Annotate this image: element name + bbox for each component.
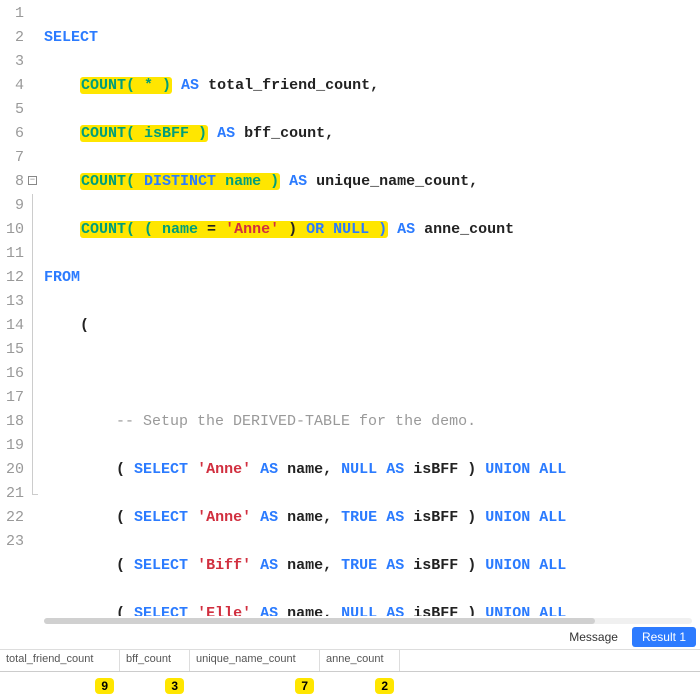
results-header: total_friend_count bff_count unique_name… <box>0 650 700 672</box>
fold-toggle-icon[interactable]: − <box>28 176 37 185</box>
code-content[interactable]: SELECT COUNT( * ) AS total_friend_count,… <box>44 0 700 616</box>
tab-result-1[interactable]: Result 1 <box>632 627 696 647</box>
col-bff-count[interactable]: bff_count <box>120 650 190 671</box>
fold-gutter: − <box>30 0 44 616</box>
value-bff-count: 3 <box>165 678 184 694</box>
col-total-friend-count[interactable]: total_friend_count <box>0 650 120 671</box>
value-total-friend-count: 9 <box>95 678 114 694</box>
value-anne-count: 2 <box>375 678 394 694</box>
horizontal-scrollbar[interactable] <box>44 618 692 624</box>
line-number-gutter: 1 2 3 4 5 6 7 8 9 10 11 12 13 14 15 16 1… <box>0 0 30 616</box>
code-editor[interactable]: 1 2 3 4 5 6 7 8 9 10 11 12 13 14 15 16 1… <box>0 0 700 616</box>
results-row[interactable]: 9 3 7 2 <box>0 672 700 700</box>
col-anne-count[interactable]: anne_count <box>320 650 400 671</box>
tab-message[interactable]: Message <box>559 627 628 647</box>
scrollbar-thumb[interactable] <box>44 618 595 624</box>
result-tabs: Message Result 1 <box>0 624 700 650</box>
col-unique-name-count[interactable]: unique_name_count <box>190 650 320 671</box>
value-unique-name-count: 7 <box>295 678 314 694</box>
